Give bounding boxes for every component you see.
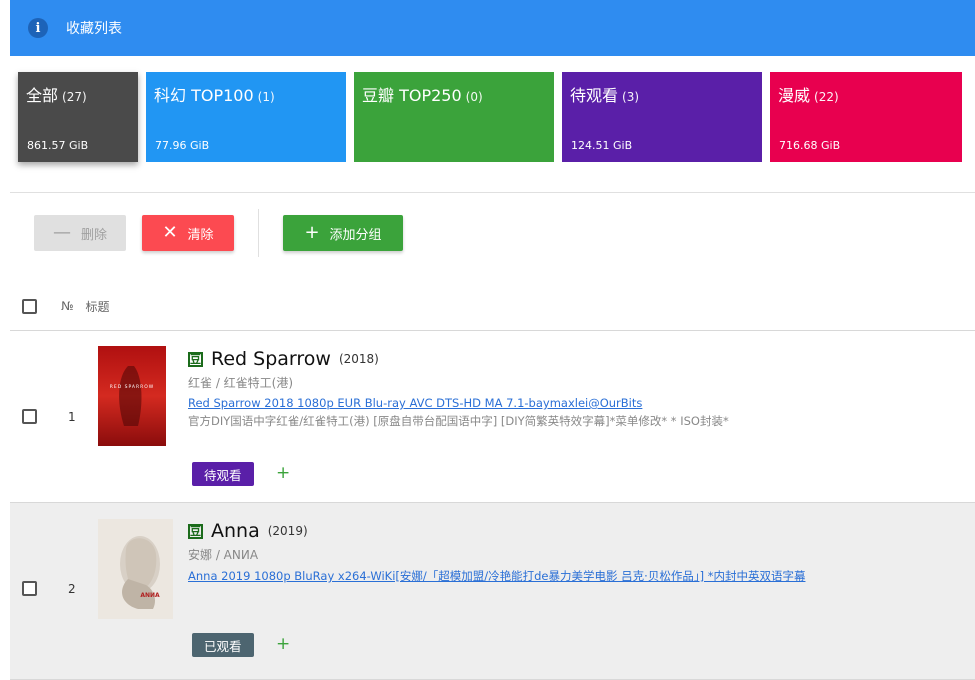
table-row: 2 ANИA 豆 Anna (2019) 安娜 / ANИA Anna 2019… — [10, 503, 975, 680]
group-name: 待观看 — [570, 86, 619, 105]
group-count: (1) — [257, 90, 275, 104]
column-title: 标题 — [85, 299, 110, 314]
group-count: (22) — [814, 90, 839, 104]
movie-poster[interactable]: RED SPARROW — [98, 346, 166, 446]
minus-icon: — — [52, 222, 71, 243]
group-size: 124.51 GiB — [571, 139, 633, 152]
movie-title-line: 豆 Red Sparrow (2018) — [188, 348, 379, 370]
torrent-link[interactable]: Anna 2019 1080p BluRay x264-WiKi[安娜/「超模加… — [188, 568, 805, 584]
group-card-marvel[interactable]: 漫威 (22) 716.68 GiB — [770, 72, 962, 162]
group-size: 716.68 GiB — [779, 139, 841, 152]
plus-icon: + — [304, 222, 320, 243]
group-tag[interactable]: 已观看 — [192, 633, 254, 657]
douban-icon[interactable]: 豆 — [188, 523, 203, 539]
movie-poster[interactable]: ANИA — [98, 519, 173, 619]
clear-label: 清除 — [187, 227, 214, 243]
group-card-scifi-top100[interactable]: 科幻 TOP100 (1) 77.96 GiB — [146, 72, 346, 162]
poster-caption: ANИA — [140, 592, 160, 599]
group-card-all[interactable]: 全部 (27) 861.57 GiB — [18, 72, 138, 162]
column-number: № — [61, 299, 74, 313]
movie-alt-title: 红雀 / 红雀特工(港) — [188, 376, 294, 390]
group-cards: 全部 (27) 861.57 GiB 科幻 TOP100 (1) 77.96 GiB… — [18, 72, 970, 162]
group-name: 豆瓣 TOP250 — [362, 86, 462, 105]
poster-caption: RED SPARROW — [110, 384, 154, 390]
movie-title-line: 豆 Anna (2019) — [188, 520, 308, 542]
clear-button[interactable]: ✕ 清除 — [142, 215, 234, 251]
group-card-watchlist[interactable]: 待观看 (3) 124.51 GiB — [562, 72, 762, 162]
group-card-douban-top250[interactable]: 豆瓣 TOP250 (0) — [354, 72, 554, 162]
movie-title: Anna — [211, 520, 260, 542]
row-number: 1 — [68, 410, 76, 424]
page-title: 收藏列表 — [66, 21, 122, 37]
torrent-link[interactable]: Red Sparrow 2018 1080p EUR Blu-ray AVC D… — [188, 396, 642, 410]
group-size: 77.96 GiB — [155, 139, 210, 152]
close-icon: ✕ — [162, 222, 178, 243]
movie-year: (2018) — [338, 352, 379, 366]
add-group-button[interactable]: + 添加分组 — [283, 215, 403, 251]
group-count: (3) — [622, 90, 640, 104]
main-content: 全部 (27) 861.57 GiB 科幻 TOP100 (1) 77.96 GiB… — [10, 56, 975, 680]
group-name: 科幻 TOP100 — [154, 86, 254, 105]
torrent-subtitle: 官方DIY国语中字红雀/红雀特工(港) [原盘自带台配国语中字] [DIY简繁英… — [188, 414, 729, 428]
add-tag-icon[interactable]: + — [276, 634, 290, 654]
add-group-label: 添加分组 — [329, 227, 382, 243]
row-number: 2 — [68, 582, 76, 596]
row-checkbox[interactable] — [22, 409, 37, 424]
group-count: (27) — [62, 90, 87, 104]
douban-icon[interactable]: 豆 — [188, 351, 203, 367]
select-all-checkbox[interactable] — [22, 298, 37, 314]
group-count: (0) — [465, 90, 483, 104]
info-icon: i — [28, 18, 48, 38]
table-row: 1 RED SPARROW 豆 Red Sparrow (2018) 红雀 / … — [10, 331, 975, 503]
movie-title: Red Sparrow — [211, 348, 331, 370]
page-header: i 收藏列表 — [10, 0, 975, 56]
left-gutter — [0, 0, 10, 679]
divider — [10, 192, 975, 193]
delete-label: 删除 — [80, 227, 107, 243]
toolbar-separator — [258, 209, 259, 257]
row-checkbox[interactable] — [22, 581, 37, 596]
group-size: 861.57 GiB — [27, 139, 89, 152]
add-tag-icon[interactable]: + — [276, 463, 290, 483]
toolbar: — 删除 ✕ 清除 + 添加分组 — [34, 209, 403, 257]
group-tag[interactable]: 待观看 — [192, 462, 254, 486]
delete-button[interactable]: — 删除 — [34, 215, 126, 251]
group-name: 全部 — [26, 86, 59, 105]
movie-alt-title: 安娜 / ANИA — [188, 548, 259, 562]
group-name: 漫威 — [778, 86, 811, 105]
table-header: № 标题 — [10, 282, 975, 331]
movie-year: (2019) — [267, 524, 308, 538]
